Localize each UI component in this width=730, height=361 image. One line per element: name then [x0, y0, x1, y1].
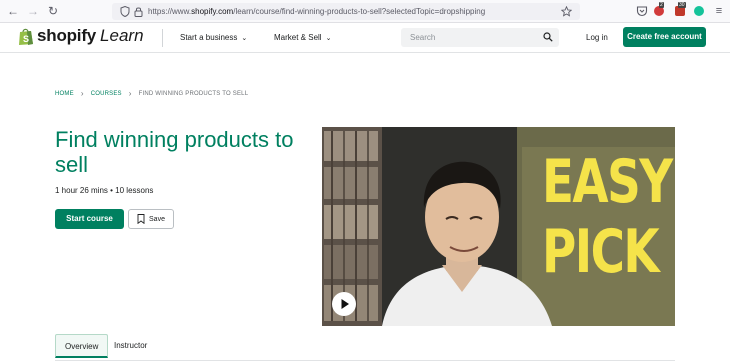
menu-icon[interactable]: ≡ [712, 4, 726, 18]
back-icon[interactable]: ← [6, 4, 20, 18]
bookmark-star-icon[interactable] [561, 6, 572, 17]
shield-extension-icon[interactable]: 30 [675, 2, 687, 17]
extension-badge-count: 2 [659, 2, 664, 8]
menu-label: Market & Sell [274, 33, 322, 42]
shield-icon[interactable] [120, 6, 130, 17]
reload-icon[interactable]: ↻ [46, 4, 60, 18]
tab-instructor[interactable]: Instructor [105, 334, 156, 358]
course-meta: 1 hour 26 mins • 10 lessons [55, 186, 154, 195]
menu-market-and-sell[interactable]: Market & Sell ⌄ [274, 33, 331, 42]
extension-badge-icon[interactable]: 2 [654, 2, 666, 17]
chevron-down-icon: ⌄ [325, 35, 332, 42]
shopify-bag-icon: S [19, 28, 33, 45]
save-button[interactable]: Save [128, 209, 174, 229]
chevron-right-icon: › [128, 89, 132, 98]
chevron-down-icon: ⌄ [241, 35, 248, 42]
menu-label: Start a business [180, 33, 238, 42]
play-button[interactable] [332, 292, 356, 316]
page-title: Find winning products to sell [55, 127, 294, 177]
svg-text:S: S [23, 34, 29, 44]
pocket-icon[interactable] [636, 5, 648, 17]
grammarly-icon[interactable] [694, 5, 706, 17]
bookmark-icon [137, 214, 145, 224]
overlay-line: PICK [542, 217, 660, 287]
menu-start-a-business[interactable]: Start a business ⌄ [180, 33, 247, 42]
login-link[interactable]: Log in [586, 33, 608, 42]
lock-icon[interactable] [134, 6, 143, 17]
breadcrumb-home[interactable]: HOME [55, 91, 74, 97]
thumbnail-overlay-text: EASY PICK [542, 147, 673, 287]
chevron-right-icon: › [80, 89, 84, 98]
logo-wordmark: shopify [37, 26, 97, 45]
save-label: Save [149, 215, 165, 223]
breadcrumb-courses[interactable]: COURSES [91, 91, 122, 97]
breadcrumb: HOME › COURSES › FIND WINNING PRODUCTS T… [55, 89, 248, 98]
search-icon[interactable] [543, 32, 553, 42]
breadcrumb-current: FIND WINNING PRODUCTS TO SELL [138, 90, 249, 97]
url-text: https://www.shopify.com/learn/course/fin… [148, 7, 486, 16]
address-bar[interactable]: https://www.shopify.com/learn/course/fin… [112, 3, 580, 20]
browser-toolbar: ← → ↻ https://www.shopify.com/learn/cour… [0, 0, 730, 23]
create-account-button[interactable]: Create free account [623, 27, 706, 47]
course-video-thumbnail[interactable]: EASY PICK [322, 127, 675, 326]
header-divider [162, 29, 163, 47]
play-icon [341, 299, 349, 309]
overlay-line: EASY [542, 147, 673, 217]
logo-learn-text: Learn [100, 26, 144, 45]
search-placeholder: Search [410, 33, 436, 42]
tab-overview[interactable]: Overview [55, 334, 109, 358]
shopify-learn-logo[interactable]: S shopify Learn [18, 26, 144, 46]
extension-badge-count: 30 [678, 2, 686, 8]
search-input[interactable]: Search [401, 28, 559, 47]
course-tabs: Overview Instructor [55, 334, 675, 361]
start-course-button[interactable]: Start course [55, 209, 124, 229]
site-header: S shopify Learn Start a business ⌄ Market… [0, 23, 730, 53]
forward-icon[interactable]: → [26, 4, 40, 18]
